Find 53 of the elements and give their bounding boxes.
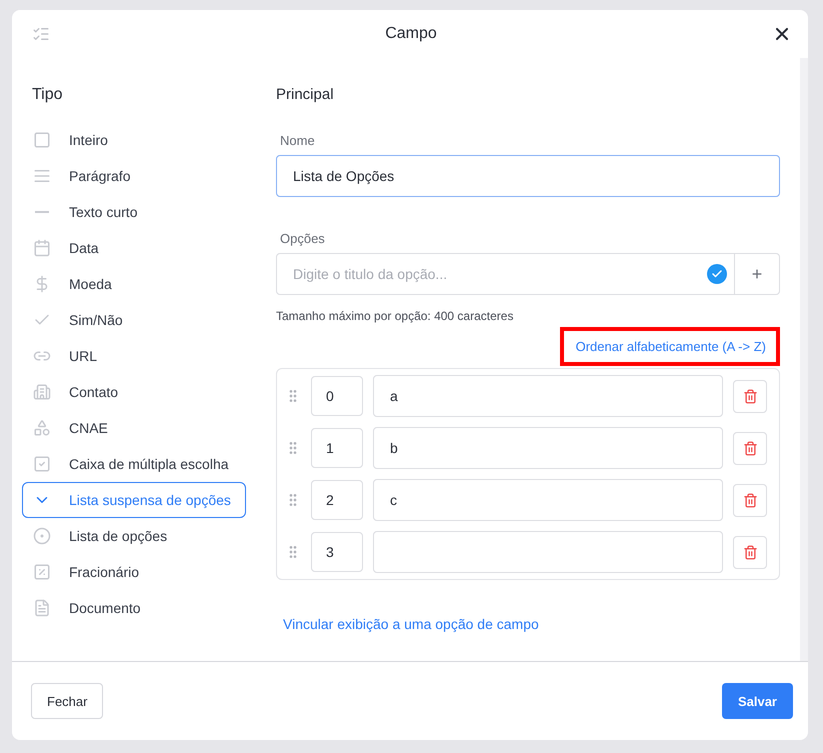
- short-line-icon: [35, 211, 49, 213]
- name-input[interactable]: Lista de Opções: [276, 155, 780, 197]
- field-type-item[interactable]: Documento: [22, 590, 246, 626]
- field-type-item[interactable]: Parágrafo: [22, 158, 246, 194]
- document-icon: [33, 599, 51, 617]
- field-type-item[interactable]: Texto curto: [22, 194, 246, 230]
- delete-button[interactable]: [733, 432, 767, 464]
- delete-button[interactable]: [733, 484, 767, 516]
- shapes-icon: [33, 419, 51, 437]
- hint-text: Tamanho máximo por opção: 400 caracteres: [276, 309, 514, 323]
- trash-icon: [742, 440, 758, 456]
- delete-button[interactable]: [733, 536, 767, 568]
- order-input[interactable]: 2: [311, 480, 363, 520]
- field-label: Opções: [280, 231, 326, 246]
- section-title: Principal: [276, 86, 335, 103]
- field-type-item[interactable]: CNAE: [22, 410, 246, 446]
- radio-icon: [33, 527, 51, 545]
- order-input[interactable]: 1: [311, 428, 363, 468]
- close-text-button[interactable]: Fechar: [31, 683, 104, 719]
- field-type-item[interactable]: Caixa de múltipla escolha: [22, 446, 246, 482]
- delete-button[interactable]: [733, 380, 767, 412]
- save-button[interactable]: Salvar: [722, 683, 793, 719]
- field-label: Nome: [280, 133, 316, 148]
- option-input[interactable]: Digite o titulo da opção...: [276, 253, 735, 295]
- trash-icon: [742, 544, 758, 560]
- paragraph-icon: [33, 167, 51, 185]
- calendar-icon: [33, 239, 51, 257]
- field-type-item[interactable]: Contato: [22, 374, 246, 410]
- trash-icon: [742, 492, 758, 508]
- field-type-item[interactable]: Inteiro: [22, 122, 246, 158]
- option-value-input[interactable]: a: [373, 375, 723, 417]
- field-type-item[interactable]: Fracionário: [22, 554, 246, 590]
- add-option-button[interactable]: +: [735, 253, 780, 295]
- field-type-item[interactable]: Sim/Não: [22, 302, 246, 338]
- building-icon: [33, 383, 51, 401]
- list-icon[interactable]: [32, 25, 50, 43]
- trash-icon: [742, 388, 758, 404]
- link-display-link[interactable]: Vincular exibição a uma opção de campo: [283, 616, 539, 632]
- dialog-title: Campo: [385, 25, 437, 43]
- option-value-input[interactable]: c: [373, 479, 723, 521]
- field-type-item[interactable]: Lista suspensa de opções: [22, 482, 246, 518]
- order-input[interactable]: 3: [311, 532, 363, 572]
- checkbox-icon: [33, 455, 51, 473]
- field-type-item[interactable]: Lista de opções: [22, 518, 246, 554]
- fraction-icon: [33, 563, 51, 581]
- option-value-input[interactable]: [373, 531, 723, 573]
- order-input[interactable]: 0: [311, 376, 363, 416]
- field-type-item[interactable]: Moeda: [22, 266, 246, 302]
- sort-link[interactable]: Ordenar alfabeticamente (A -> Z): [560, 327, 780, 366]
- field-type-item[interactable]: Data: [22, 230, 246, 266]
- sidebar-title: Tipo: [31, 86, 64, 104]
- option-value-input[interactable]: b: [373, 427, 723, 469]
- field-type-item[interactable]: URL: [22, 338, 246, 374]
